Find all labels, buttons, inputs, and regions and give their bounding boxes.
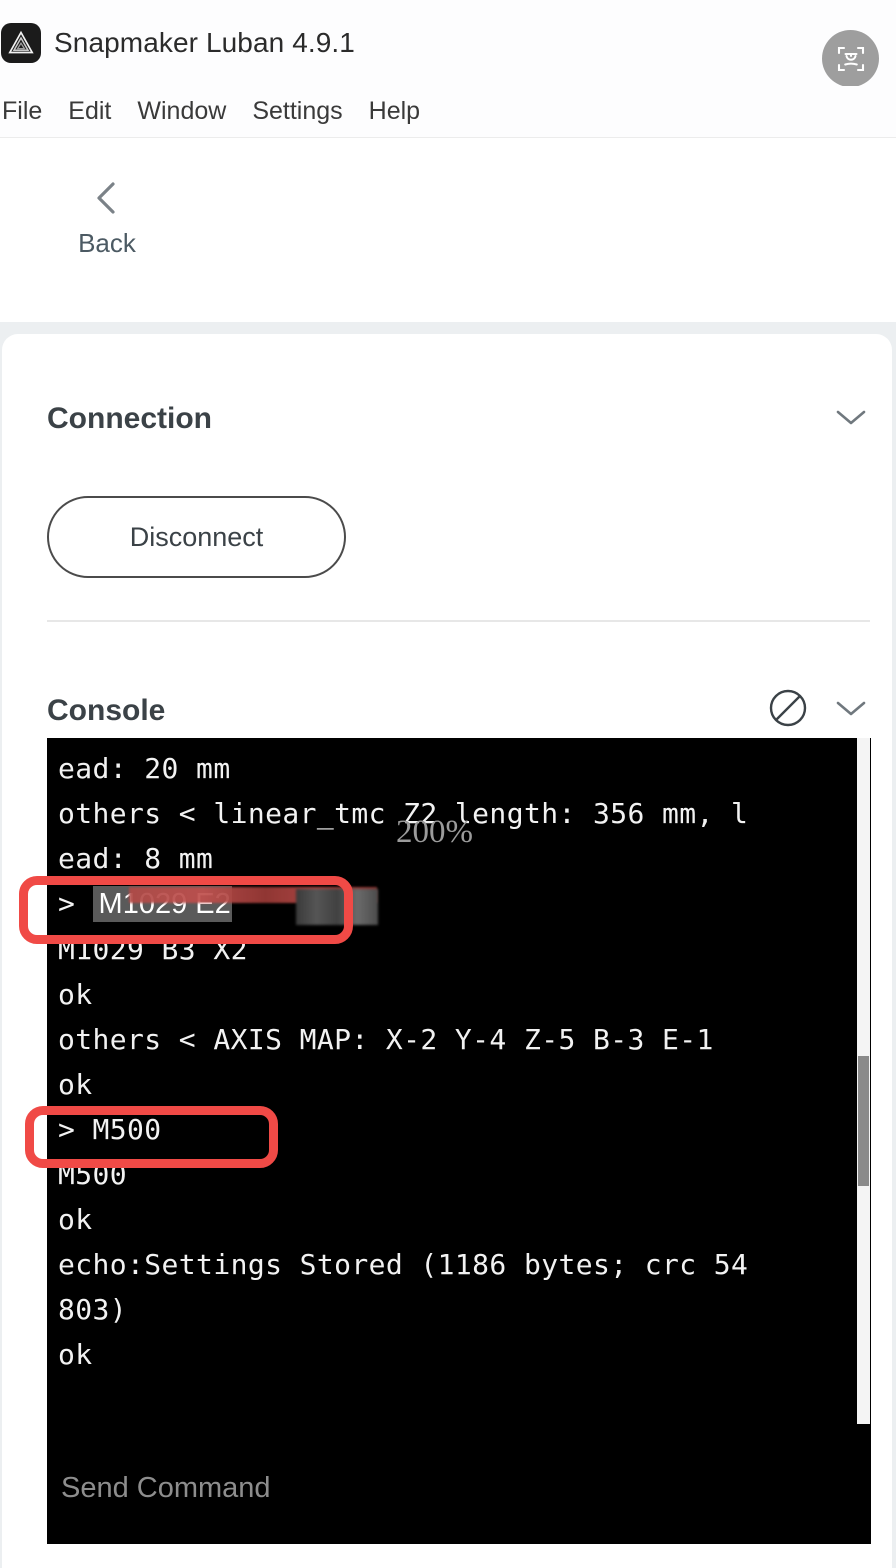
console-line: ok xyxy=(58,1203,93,1236)
console-scrollbar[interactable] xyxy=(857,738,870,1424)
command-prompt-caret: > xyxy=(58,887,76,920)
menu-item-help[interactable]: Help xyxy=(356,99,433,124)
console-line: M1029 B3 X2 xyxy=(58,933,248,966)
chevron-down-icon[interactable] xyxy=(832,696,870,725)
redaction-overlay-gray xyxy=(296,889,378,925)
connection-header-actions xyxy=(832,405,870,434)
console-command-line: > M500 xyxy=(58,1107,871,1152)
console-scrollbar-thumb[interactable] xyxy=(858,1056,869,1186)
console-log[interactable]: ead: 20 mm others < linear_tmc Z2 length… xyxy=(47,738,871,1424)
menu-item-edit[interactable]: Edit xyxy=(55,99,124,124)
console-line: ok xyxy=(58,978,93,1011)
right-side-panel: Connection Disconnect Console ead: 20 mm… xyxy=(2,334,892,1568)
chevron-left-icon xyxy=(87,176,127,220)
chevron-down-icon[interactable] xyxy=(832,405,870,434)
menu-item-settings[interactable]: Settings xyxy=(239,99,355,124)
app-title: Snapmaker Luban 4.9.1 xyxy=(54,27,355,58)
snapmaker-triangle-logo-icon xyxy=(1,23,41,63)
back-button[interactable]: Back xyxy=(62,176,152,256)
menu-bar: File Edit Window Settings Help xyxy=(0,86,896,138)
disconnect-button[interactable]: Disconnect xyxy=(47,496,346,578)
console-command-line: > M1029 E2 xyxy=(58,881,871,927)
connection-section-header: Connection xyxy=(47,404,870,434)
back-button-label: Back xyxy=(78,228,136,258)
section-divider xyxy=(47,620,870,622)
console-line: others < linear_tmc Z2 length: 356 mm, l xyxy=(58,797,749,830)
send-command-input[interactable] xyxy=(47,1432,871,1544)
console-section-header: Console xyxy=(47,686,870,735)
console-command-text: M500 xyxy=(92,1113,162,1146)
console-header-actions xyxy=(766,686,870,735)
command-prompt-caret: > xyxy=(58,1113,76,1146)
translate-scan-icon[interactable] xyxy=(822,30,879,87)
circle-slash-clear-icon[interactable] xyxy=(766,686,810,735)
console-line: echo:Settings Stored (1186 bytes; crc 54 xyxy=(58,1248,749,1281)
back-bar: Back xyxy=(0,138,896,322)
console-line: ok xyxy=(58,1338,93,1371)
console-line: M500 xyxy=(58,1158,128,1191)
console-line: ead: 8 mm xyxy=(58,842,214,875)
menu-item-file[interactable]: File xyxy=(0,99,55,124)
console-title: Console xyxy=(47,693,166,727)
console-line: ok xyxy=(58,1068,93,1101)
console-panel: ead: 20 mm others < linear_tmc Z2 length… xyxy=(47,738,871,1544)
console-line: others < AXIS MAP: X-2 Y-4 Z-5 B-3 E-1 xyxy=(58,1023,714,1056)
menu-item-window[interactable]: Window xyxy=(124,99,239,124)
console-line: 803) xyxy=(58,1293,128,1326)
title-bar: Snapmaker Luban 4.9.1 xyxy=(0,0,896,87)
console-line: ead: 20 mm xyxy=(58,752,231,785)
connection-title: Connection xyxy=(47,402,212,435)
